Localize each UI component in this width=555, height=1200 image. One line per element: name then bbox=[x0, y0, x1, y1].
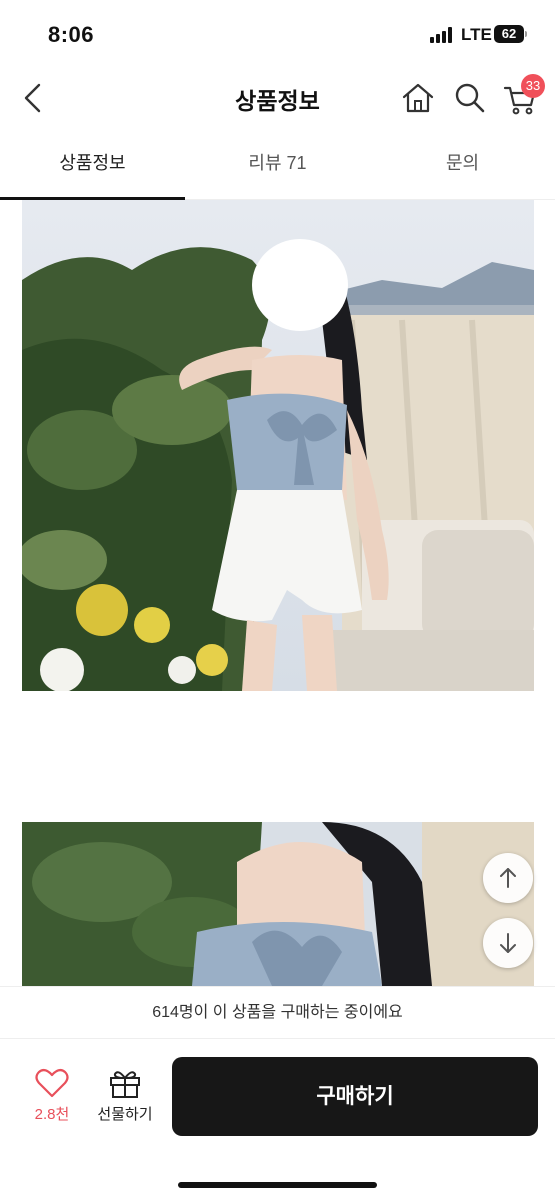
tab-bar: 상품정보 리뷰 71 문의 bbox=[0, 130, 555, 200]
bottom-action-bar: 2.8천 선물하기 구매하기 bbox=[0, 1038, 555, 1200]
buy-button[interactable]: 구매하기 bbox=[172, 1057, 538, 1136]
scroll-up-button[interactable] bbox=[483, 853, 533, 903]
product-photo bbox=[22, 822, 534, 986]
search-icon bbox=[455, 83, 485, 113]
home-indicator bbox=[178, 1182, 377, 1188]
arrow-down-icon bbox=[500, 933, 516, 953]
home-button[interactable] bbox=[400, 80, 436, 116]
tab-inquiry[interactable]: 문의 bbox=[370, 130, 555, 200]
cart-count-badge: 33 bbox=[521, 74, 545, 98]
tab-product-info[interactable]: 상품정보 bbox=[0, 130, 185, 200]
home-icon bbox=[402, 83, 434, 113]
app-header: 상품정보 bbox=[0, 68, 555, 128]
status-time: 8:06 bbox=[48, 22, 95, 47]
gift-icon bbox=[110, 1071, 140, 1098]
gift-button[interactable]: 선물하기 bbox=[90, 1067, 160, 1127]
status-bar: 8:06 LTE 62 bbox=[0, 0, 555, 68]
product-photo bbox=[22, 200, 534, 691]
signal-icon bbox=[430, 27, 456, 43]
purchase-activity-banner: 614명이 이 상품을 구매하는 중이에요 bbox=[0, 986, 555, 1038]
heart-icon bbox=[35, 1068, 69, 1098]
scroll-down-button[interactable] bbox=[483, 918, 533, 968]
tab-reviews[interactable]: 리뷰 71 bbox=[185, 130, 370, 200]
battery-tip bbox=[525, 31, 527, 37]
battery-icon: 62 bbox=[494, 25, 524, 43]
like-button[interactable]: 2.8천 bbox=[26, 1067, 78, 1127]
search-button[interactable] bbox=[452, 80, 488, 116]
arrow-up-icon bbox=[500, 868, 516, 888]
like-count: 2.8천 bbox=[34, 1106, 70, 1123]
product-detail-screen: 8:06 LTE 62 상품정보 33 상품정보 리뷰 71 문의 614명이 … bbox=[0, 0, 555, 1200]
network-label: LTE bbox=[461, 25, 492, 44]
gift-label: 선물하기 bbox=[97, 1106, 153, 1123]
